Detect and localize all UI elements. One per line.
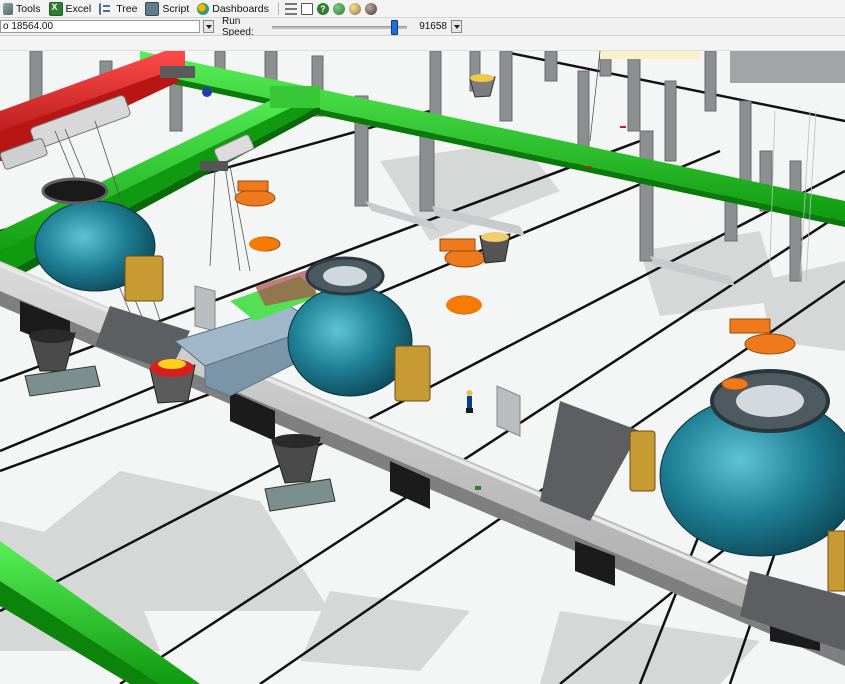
- script-icon: [145, 1, 160, 16]
- toolbar-strip: [0, 36, 845, 51]
- tree-icon: [99, 2, 113, 15]
- run-speed-slider[interactable]: [272, 20, 407, 35]
- main-toolbar: Tools Excel Tree Script Dashboards ?: [0, 0, 845, 18]
- tools-icon: [3, 2, 13, 15]
- far-building: [730, 51, 845, 83]
- excel-button[interactable]: Excel: [46, 1, 97, 17]
- worker-figure: [466, 390, 473, 413]
- paint-icon[interactable]: [348, 2, 361, 15]
- network-icon[interactable]: [284, 2, 297, 15]
- 3d-model-view[interactable]: [0, 51, 845, 684]
- molten-ladle: [149, 359, 196, 404]
- script-label: Script: [162, 2, 190, 15]
- run-time-field[interactable]: o 18564.00: [0, 20, 200, 33]
- run-speed-label: Run Speed:: [222, 15, 254, 38]
- sphere-icon[interactable]: [364, 2, 377, 15]
- run-time-dropdown-button[interactable]: [203, 20, 214, 33]
- script-button[interactable]: Script: [142, 1, 194, 17]
- run-control-bar: o 18564.00 Run Speed: 91658: [0, 15, 845, 38]
- tree-label: Tree: [116, 2, 138, 15]
- tree-button[interactable]: Tree: [96, 1, 142, 17]
- run-time-prefix: o: [3, 21, 9, 32]
- globe-icon[interactable]: [332, 2, 345, 15]
- run-speed-dropdown-button[interactable]: [451, 20, 462, 33]
- run-speed-value: 91658: [419, 21, 447, 32]
- excel-icon: [48, 1, 63, 16]
- far-light-panel: [600, 51, 700, 59]
- 3d-scene: [0, 51, 845, 684]
- view-window-icon[interactable]: [300, 2, 313, 15]
- tools-label: Tools: [16, 2, 41, 15]
- toolbar-separator: [277, 2, 279, 15]
- tools-button[interactable]: Tools: [0, 1, 46, 17]
- help-icon[interactable]: ?: [316, 2, 329, 15]
- excel-label: Excel: [65, 2, 92, 15]
- dashboards-label: Dashboards: [212, 2, 269, 15]
- dashboards-button[interactable]: Dashboards: [194, 1, 274, 17]
- run-speed-thumb[interactable]: [391, 20, 399, 35]
- run-speed-track: [272, 26, 407, 29]
- run-time-value: 18564.00: [11, 21, 54, 32]
- dashboards-icon: [197, 2, 210, 15]
